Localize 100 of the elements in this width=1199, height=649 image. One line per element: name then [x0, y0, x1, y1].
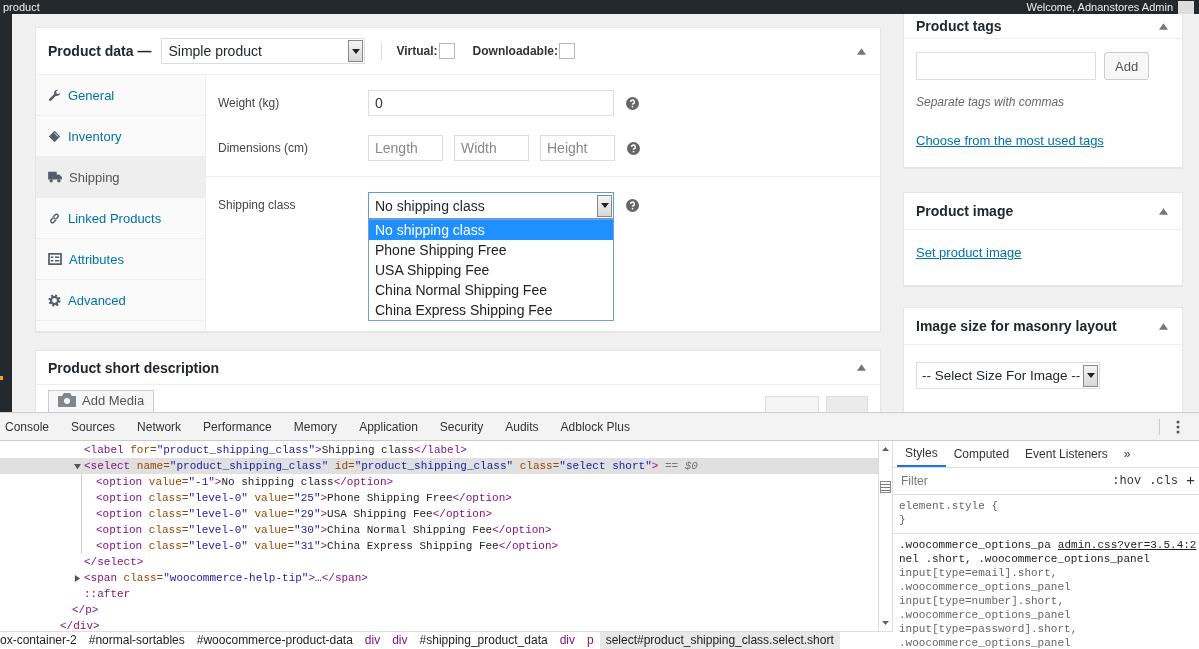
style-rule-line: .woocommerce_options_panel — [899, 636, 1072, 649]
devtools-tab[interactable]: Network — [137, 419, 182, 434]
code-line: ::after — [84, 587, 131, 602]
product-data-tab[interactable]: Attributes — [36, 239, 205, 280]
dom-row[interactable]: <option class="level-0" value="25">Phone Shipping Free</option> — [0, 490, 878, 506]
code-line: <span class="woocommerce-help-tip">…</span> — [84, 571, 368, 586]
devtools-tab[interactable]: Console — [5, 419, 50, 434]
new-rule-button[interactable]: + — [1186, 472, 1195, 490]
scroll-down-arrow-icon[interactable] — [882, 621, 889, 625]
dimension-field[interactable]: Width — [454, 135, 529, 161]
hint-text: Separate tags with commas — [916, 95, 1066, 109]
tag-icon — [48, 129, 61, 143]
dom-row[interactable]: <label for="product_shipping_class">Shipping class</label> — [0, 442, 878, 458]
dom-row[interactable]: <span class="woocommerce-help-tip">…</span> — [0, 570, 878, 586]
field-label: Shipping class — [218, 197, 297, 212]
devtools-tab[interactable]: Audits — [505, 419, 539, 434]
dom-row[interactable]: <option class="level-0" value="30">China Normal Shipping Fee</option> — [0, 522, 878, 538]
site-name-link[interactable]: product — [3, 0, 40, 14]
checkbox[interactable] — [438, 43, 455, 59]
field-label: Dimensions (cm) — [218, 141, 309, 155]
checkbox-label: Virtual: — [396, 44, 438, 58]
product-data-tab[interactable]: Advanced — [36, 280, 205, 321]
help-icon[interactable] — [626, 96, 639, 110]
devtools-tab[interactable]: Application — [359, 419, 418, 434]
devtools-tab[interactable]: Sources — [71, 419, 116, 434]
styles-tab[interactable]: Computed — [945, 441, 1018, 467]
set-image-link[interactable]: Set product image — [916, 245, 1022, 260]
style-rule-line: .woocommerce_options_panel — [899, 608, 1072, 623]
shipping-class-select[interactable]: No shipping class — [368, 192, 614, 219]
panel-title: Product tags — [916, 18, 1002, 34]
wrench-icon — [48, 88, 61, 102]
tag-field[interactable] — [916, 52, 1096, 80]
style-rule-line: input[type=email].short, — [899, 566, 1059, 581]
collapse-triangle-icon[interactable] — [1159, 207, 1168, 215]
dom-row[interactable]: <select name="product_shipping_class" id="product_shipping_class" class="select short"> == $0 — [0, 458, 878, 474]
breadcrumb-item[interactable]: #shipping_product_data — [413, 632, 554, 649]
collapse-triangle-icon[interactable] — [857, 364, 866, 371]
breadcrumb-item[interactable]: #woocommerce-product-data — [190, 632, 359, 649]
image-size-select[interactable]: -- Select Size For Image -- — [916, 362, 1100, 389]
help-icon[interactable] — [626, 199, 639, 212]
product-data-tab[interactable]: Shipping — [36, 157, 205, 198]
dropdown-caret-icon[interactable] — [1083, 364, 1098, 387]
breadcrumb-item[interactable]: p — [581, 632, 600, 649]
dom-row[interactable]: <option value="-1">No shipping class</option> — [0, 474, 878, 490]
disclosure-triangle-icon[interactable] — [74, 574, 81, 582]
collapse-triangle-icon[interactable] — [857, 47, 866, 55]
devtools-tab[interactable]: Adblock Plus — [560, 419, 630, 434]
breadcrumb-item[interactable]: div — [386, 632, 414, 649]
field-label: Weight (kg) — [218, 96, 281, 110]
devtools-tab[interactable]: Memory — [293, 419, 338, 434]
source-link[interactable]: admin.css?ver=3.5.4:2 — [1057, 538, 1197, 553]
collapse-triangle-icon[interactable] — [1159, 322, 1168, 330]
add-media-button[interactable]: Add Media — [48, 390, 155, 412]
style-rule-line: } — [899, 513, 907, 528]
code-line: <option class="level-0" value="25">Phone Shipping Free</option> — [96, 491, 512, 506]
devtools-tab[interactable]: Security — [439, 419, 484, 434]
add-button[interactable]: Add — [1104, 52, 1150, 80]
dropdown-option[interactable]: China Express Shipping Fee — [369, 300, 613, 320]
dropdown-caret-icon[interactable] — [348, 40, 364, 62]
help-icon[interactable] — [627, 141, 640, 155]
styles-tab[interactable]: Event Listeners — [1017, 441, 1116, 467]
style-rule-line: input[type=password].short, — [899, 622, 1079, 637]
dom-row[interactable]: <option class="level-0" value="29">USA Shipping Fee</option> — [0, 506, 878, 522]
hover-state-button[interactable]: :hov — [1112, 474, 1142, 488]
code-line: <option class="level-0" value="30">China Normal Shipping Fee</option> — [96, 523, 552, 538]
breadcrumb-item[interactable]: div — [358, 632, 387, 649]
panel-title: Product image — [916, 203, 1014, 219]
disclosure-triangle-icon[interactable] — [74, 462, 81, 470]
product-data-tab[interactable]: General — [36, 75, 205, 116]
greeting-link[interactable]: Welcome, Adnanstores Admin — [1026, 0, 1173, 14]
avatar-icon[interactable] — [1178, 0, 1194, 14]
scroll-up-arrow-icon[interactable] — [882, 447, 889, 451]
dropdown-option[interactable]: China Normal Shipping Fee — [369, 280, 613, 300]
devtools-tab[interactable]: Performance — [203, 419, 272, 434]
breadcrumb-item[interactable]: select#product_shipping_class.select.short — [599, 632, 840, 649]
code-line: </p> — [71, 603, 100, 618]
product-data-tab[interactable]: Linked Products — [36, 198, 205, 239]
breadcrumb-item[interactable]: #normal-sortables — [82, 632, 191, 649]
styles-tab[interactable]: Styles — [897, 441, 946, 467]
weight-field[interactable]: 0 — [368, 90, 614, 116]
more-menu-icon[interactable] — [1176, 419, 1180, 434]
list-icon — [48, 253, 62, 265]
dimension-field[interactable]: Height — [540, 135, 615, 161]
scrollbar[interactable] — [878, 441, 893, 631]
dom-row[interactable]: ::after — [0, 586, 878, 602]
product-type-select[interactable]: Simple product — [161, 38, 366, 64]
breadcrumb-item[interactable]: div — [553, 632, 581, 649]
collapse-triangle-icon[interactable] — [1159, 22, 1168, 30]
dropdown-option[interactable]: USA Shipping Fee — [369, 260, 613, 280]
class-toggle-button[interactable]: .cls — [1149, 474, 1178, 488]
breadcrumb-item[interactable]: ox-container-2 — [0, 632, 83, 649]
panel-title: Product short description — [48, 359, 220, 376]
checkbox[interactable] — [558, 43, 575, 59]
styles-tab[interactable]: » — [1115, 441, 1139, 467]
dropdown-caret-icon[interactable] — [597, 194, 612, 217]
dropdown-option[interactable]: Phone Shipping Free — [369, 240, 613, 260]
scrollbar-thumb[interactable] — [880, 481, 891, 493]
dimension-field[interactable]: Length — [368, 135, 443, 161]
dom-row[interactable]: <option class="level-0" value="31">China Express Shipping Fee</option> — [0, 538, 878, 554]
most-used-tags-link[interactable]: Choose from the most used tags — [916, 133, 1104, 148]
